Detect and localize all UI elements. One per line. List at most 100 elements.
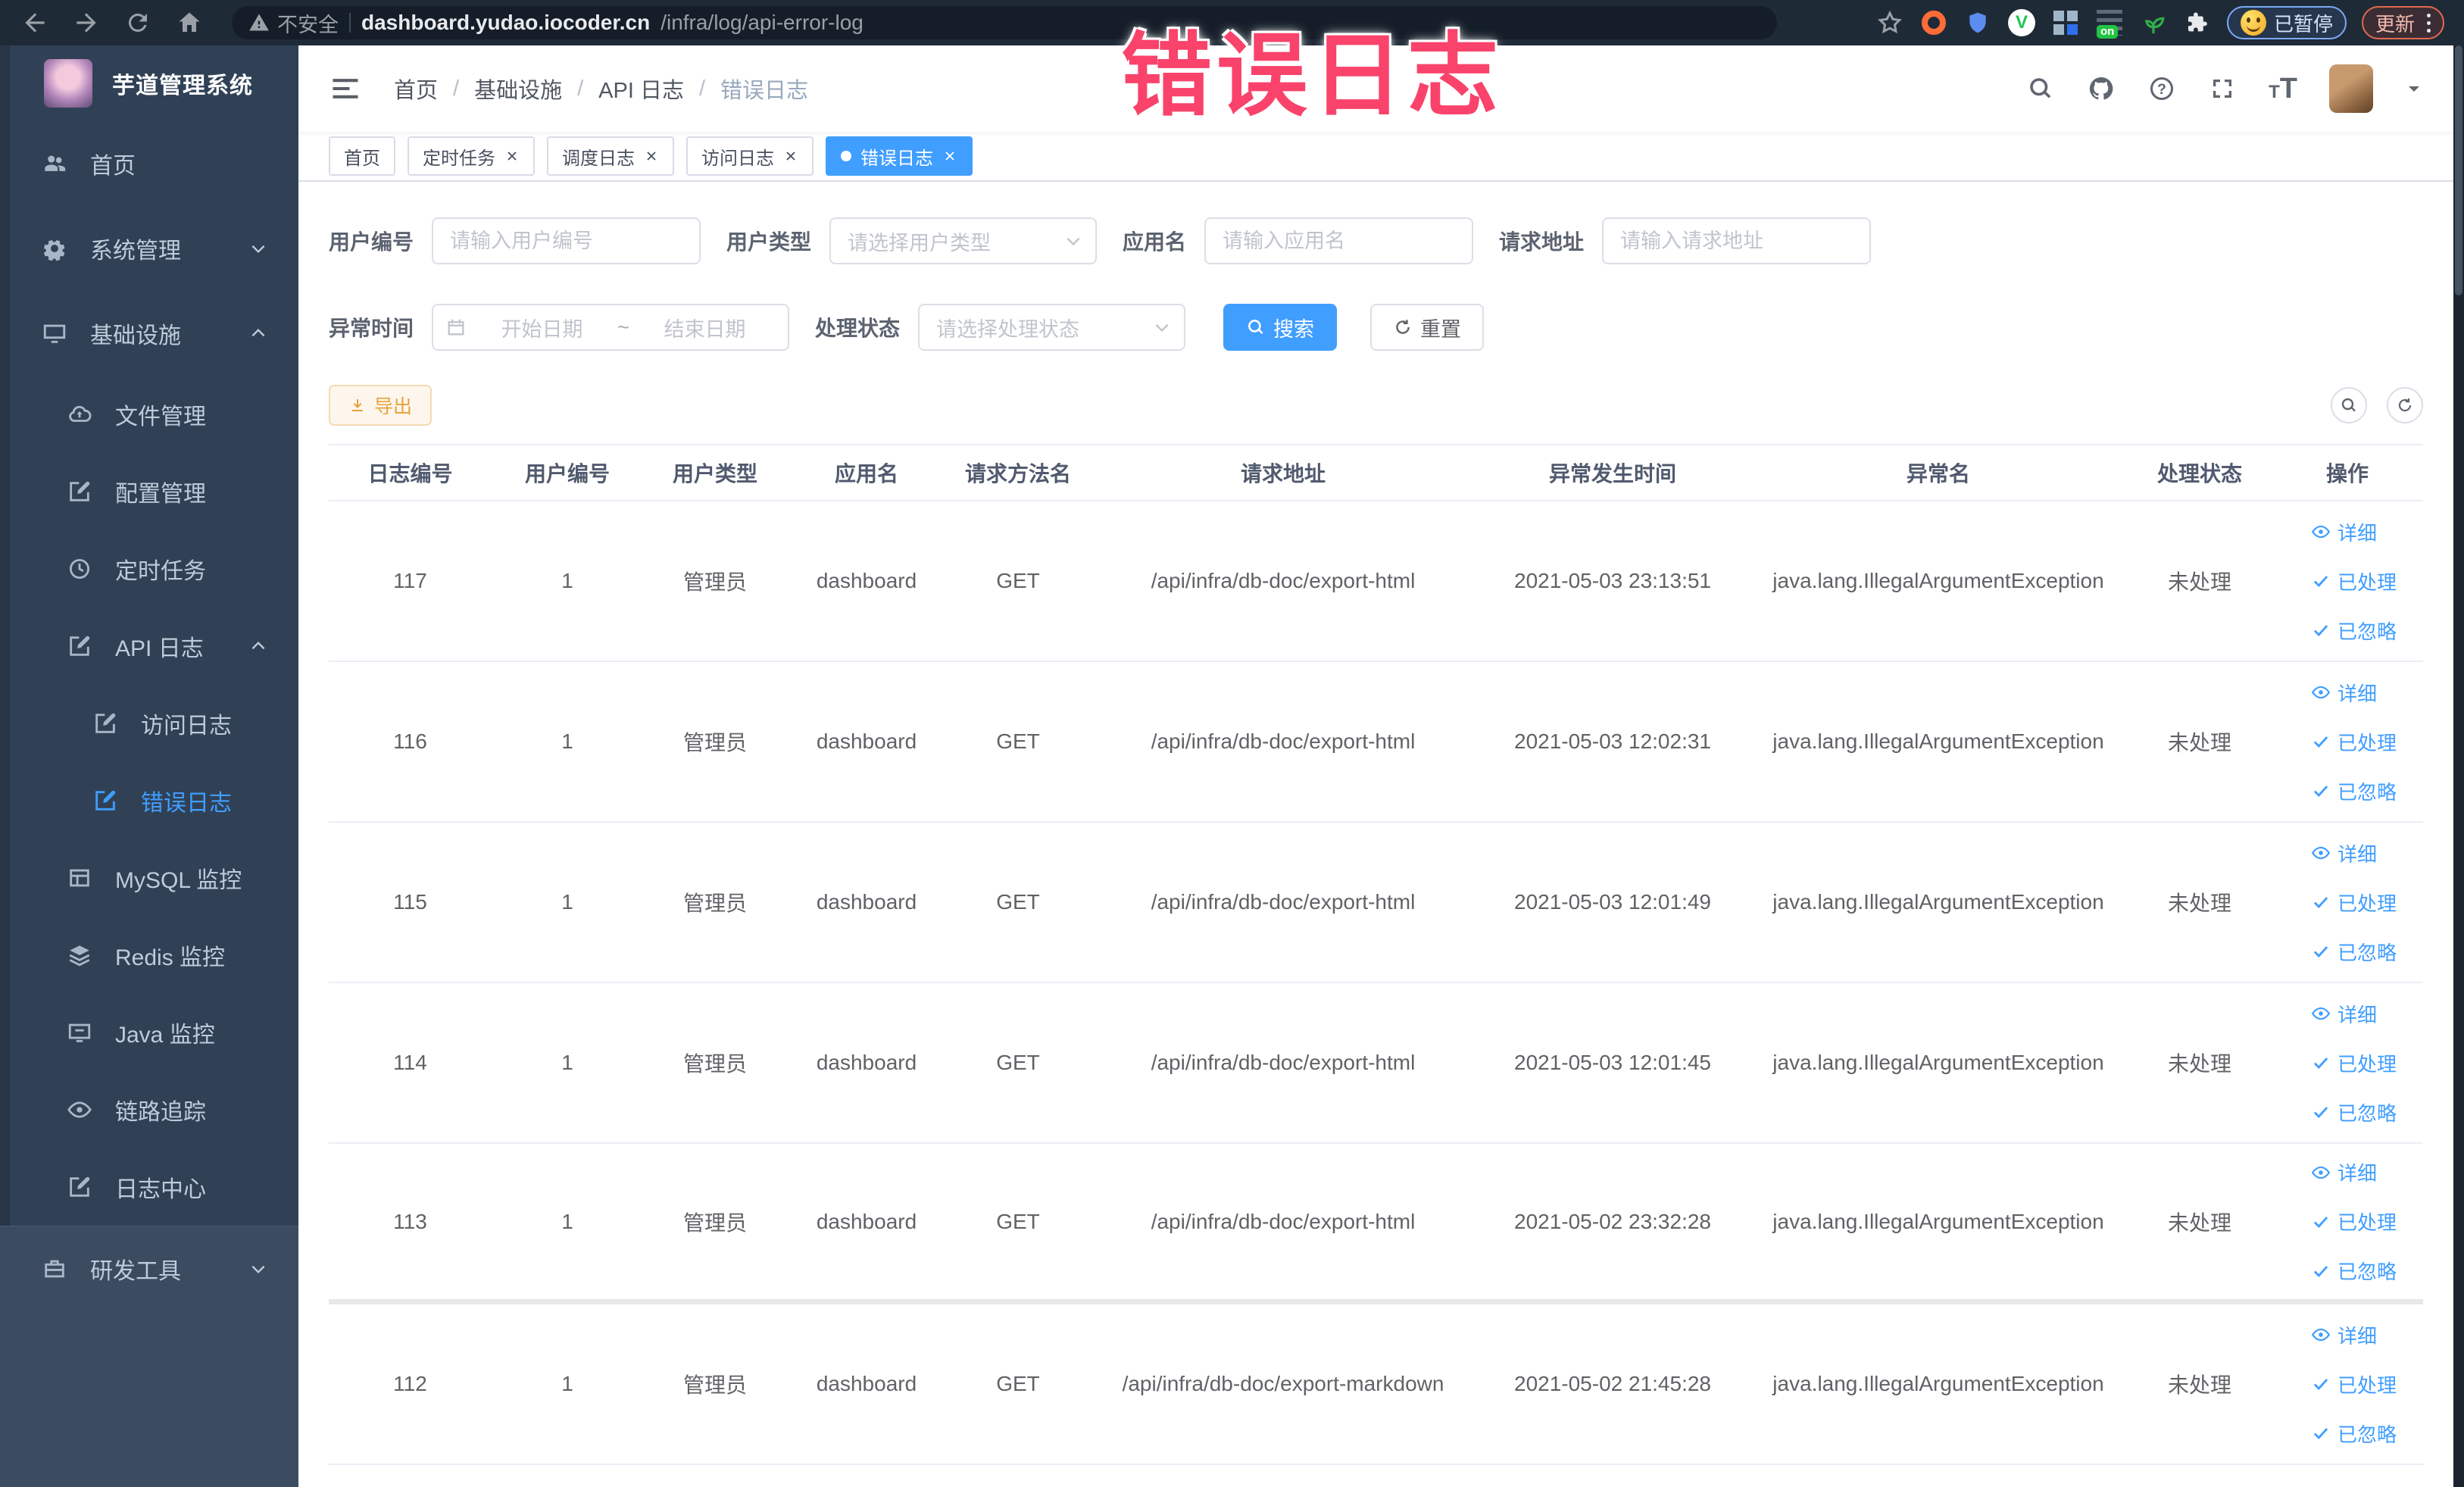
ignored-link[interactable]: 已忽略 <box>2311 617 2397 645</box>
breadcrumb-separator: / <box>577 76 584 101</box>
eye-icon <box>2311 843 2331 863</box>
tag-定时任务[interactable]: 定时任务 <box>408 136 535 176</box>
extension-icon-5[interactable]: on <box>2095 8 2124 39</box>
reload-button[interactable] <box>123 8 153 38</box>
fullscreen-icon[interactable] <box>2208 74 2237 103</box>
user-avatar[interactable] <box>2329 64 2373 113</box>
sidebar-item-label: 错误日志 <box>141 791 232 816</box>
browser-menu-icon[interactable] <box>2427 20 2431 25</box>
url-path: /infra/log/api-error-log <box>661 11 863 34</box>
tag-错误日志[interactable]: 错误日志 <box>826 136 973 176</box>
sidebar-item-Redis-监控[interactable]: Redis 监控 <box>0 917 298 994</box>
processed-link[interactable]: 已处理 <box>2311 889 2397 917</box>
sidebar-item-日志中心[interactable]: 日志中心 <box>0 1148 298 1226</box>
tag-访问日志[interactable]: 访问日志 <box>686 136 814 176</box>
reset-button[interactable]: 重置 <box>1370 304 1485 351</box>
sidebar-item-访问日志[interactable]: 访问日志 <box>0 685 298 762</box>
sidebar-item-基础设施[interactable]: 基础设施 <box>0 291 298 376</box>
table-tools <box>2331 387 2423 423</box>
cell-url: /api/infra/db-doc/export-html <box>1151 729 1416 753</box>
extension-icon-2[interactable] <box>1963 8 1992 37</box>
date-range-picker[interactable]: 开始日期 ~ 结束日期 <box>432 304 790 351</box>
close-icon[interactable] <box>942 148 957 164</box>
sidebar-item-研发工具[interactable]: 研发工具 <box>0 1226 298 1311</box>
table-header: 日志编号 用户编号 用户类型 应用名 请求方法名 请求地址 异常发生时间 异常名 处理状态 操作 <box>329 445 2423 501</box>
sidebar-item-文件管理[interactable]: 文件管理 <box>0 376 298 453</box>
address-bar[interactable]: 不安全 dashboard.yudao.iocoder.cn /infra/lo… <box>232 6 1777 39</box>
sidebar-item-API-日志[interactable]: API 日志 <box>0 608 298 685</box>
forward-button[interactable] <box>71 8 101 38</box>
header-actions: TT <box>2026 64 2423 113</box>
range-separator: ~ <box>617 315 629 339</box>
ignored-link[interactable]: 已忽略 <box>2311 777 2397 805</box>
extensions-puzzle-icon[interactable] <box>2183 8 2212 37</box>
toggle-search-button[interactable] <box>2331 387 2367 423</box>
tag-调度日志[interactable]: 调度日志 <box>547 136 674 176</box>
ignored-link[interactable]: 已忽略 <box>2311 1420 2397 1448</box>
close-icon[interactable] <box>504 148 520 164</box>
extension-icon-1[interactable] <box>1919 8 1948 37</box>
processed-link[interactable]: 已处理 <box>2311 728 2397 756</box>
ignored-link[interactable]: 已忽略 <box>2311 1098 2397 1126</box>
close-icon[interactable] <box>644 148 659 164</box>
sidebar-item-链路追踪[interactable]: 链路追踪 <box>0 1071 298 1148</box>
breadcrumb-item[interactable]: 基础设施 <box>474 73 562 105</box>
breadcrumb-item[interactable]: 首页 <box>394 73 438 105</box>
browser-update-button[interactable]: 更新 <box>2361 6 2444 39</box>
extension-icon-3[interactable]: V <box>2007 8 2036 37</box>
detail-link[interactable]: 详细 <box>2311 679 2377 707</box>
processed-link[interactable]: 已处理 <box>2311 1370 2397 1398</box>
sidebar-item-配置管理[interactable]: 配置管理 <box>0 453 298 530</box>
profile-paused-badge[interactable]: 已暂停 <box>2226 6 2347 39</box>
search-icon[interactable] <box>2026 74 2055 103</box>
bookmark-star-icon[interactable] <box>1875 8 1904 37</box>
sidebar-item-首页[interactable]: 首页 <box>0 121 298 206</box>
extension-icon-4[interactable] <box>2051 8 2080 37</box>
sidebar-item-系统管理[interactable]: 系统管理 <box>0 206 298 291</box>
caret-down-icon[interactable] <box>2405 80 2423 98</box>
page-scrollbar[interactable] <box>2453 45 2464 1487</box>
sidebar-collapse-icon[interactable] <box>329 72 362 105</box>
processed-link[interactable]: 已处理 <box>2311 1207 2397 1236</box>
sidebar-item-Java-监控[interactable]: Java 监控 <box>0 994 298 1071</box>
processed-link[interactable]: 已处理 <box>2311 1049 2397 1077</box>
close-icon[interactable] <box>783 148 798 164</box>
sidebar-logo-row[interactable]: 芋道管理系统 <box>0 45 298 121</box>
user-id-input[interactable] <box>432 217 701 264</box>
detail-link[interactable]: 详细 <box>2311 1000 2377 1028</box>
search-button[interactable]: 搜索 <box>1223 304 1338 351</box>
processed-link[interactable]: 已处理 <box>2311 567 2397 595</box>
sidebar-item-错误日志[interactable]: 错误日志 <box>0 762 298 839</box>
user-type-select[interactable]: 请选择用户类型 <box>829 217 1098 264</box>
ignored-link[interactable]: 已忽略 <box>2311 938 2397 966</box>
process-status-select[interactable]: 请选择处理状态 <box>918 304 1186 351</box>
refresh-table-button[interactable] <box>2387 387 2423 423</box>
help-icon[interactable] <box>2147 74 2176 103</box>
back-button[interactable] <box>20 8 50 38</box>
check-icon <box>2311 1261 2331 1281</box>
export-button[interactable]: 导出 <box>329 385 433 426</box>
tag-首页[interactable]: 首页 <box>329 136 395 176</box>
table-row: 114 1 管理员 dashboard GET/api/infra/db-doc/exp… <box>329 983 2423 1144</box>
not-secure-label[interactable]: 不安全 <box>248 8 339 38</box>
breadcrumb-item[interactable]: API 日志 <box>598 73 684 105</box>
sidebar-item-定时任务[interactable]: 定时任务 <box>0 530 298 608</box>
font-size-icon[interactable]: TT <box>2269 74 2297 103</box>
warning-icon <box>248 12 270 33</box>
app-name-input[interactable] <box>1204 217 1474 264</box>
detail-link[interactable]: 详细 <box>2311 518 2377 546</box>
detail-link[interactable]: 详细 <box>2311 1321 2377 1349</box>
github-icon[interactable] <box>2087 74 2116 103</box>
detail-link[interactable]: 详细 <box>2311 1158 2377 1186</box>
sidebar-item-MySQL-监控[interactable]: MySQL 监控 <box>0 839 298 917</box>
browser-home-button[interactable] <box>174 8 205 38</box>
eye-icon <box>2311 1004 2331 1023</box>
column-header: 日志编号 <box>367 462 453 486</box>
detail-link[interactable]: 详细 <box>2311 839 2377 867</box>
cell-url: /api/infra/db-doc/export-markdown <box>1122 1372 1444 1395</box>
column-header: 用户类型 <box>672 462 757 486</box>
extension-icon-6[interactable] <box>2139 8 2168 37</box>
request-url-input[interactable] <box>1602 217 1872 264</box>
ignored-link[interactable]: 已忽略 <box>2311 1257 2397 1285</box>
cell-exception: java.lang.IllegalArgumentException <box>1772 1051 2104 1074</box>
